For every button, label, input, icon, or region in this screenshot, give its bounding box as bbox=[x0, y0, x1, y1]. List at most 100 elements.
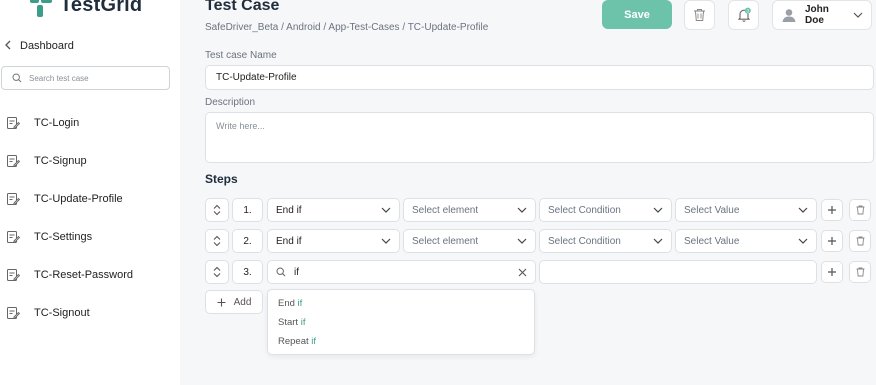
notifications-button[interactable]: 3 bbox=[728, 0, 759, 30]
chevron-down-icon bbox=[517, 238, 527, 244]
step-action-search-field[interactable]: if bbox=[267, 260, 536, 284]
test-case-name-field[interactable] bbox=[205, 65, 874, 90]
trash-icon bbox=[856, 236, 864, 246]
edit-document-icon bbox=[7, 231, 20, 243]
trash-icon bbox=[856, 267, 864, 277]
step-number: 2. bbox=[232, 229, 263, 253]
step-value-select[interactable]: Select Value bbox=[675, 198, 817, 222]
description-field[interactable] bbox=[205, 112, 874, 163]
back-label: Dashboard bbox=[20, 39, 74, 52]
suggestion-match: if bbox=[297, 298, 303, 309]
bell-icon: 3 bbox=[737, 7, 751, 22]
suggestion-prefix: End bbox=[278, 298, 298, 309]
test-case-name-label: Test case Name bbox=[205, 50, 277, 61]
notification-count: 3 bbox=[746, 8, 749, 13]
chevron-down-icon bbox=[853, 12, 863, 18]
add-step-button[interactable]: Add bbox=[205, 290, 263, 314]
suggestion-option[interactable]: Repeat if bbox=[278, 336, 316, 347]
edit-document-icon bbox=[7, 269, 20, 281]
step-element-select[interactable]: Select element bbox=[403, 229, 536, 253]
add-sub-step-button[interactable] bbox=[821, 261, 843, 283]
plus-icon bbox=[828, 237, 836, 245]
step-number: 3. bbox=[232, 260, 263, 284]
chevron-down-icon bbox=[517, 207, 527, 213]
suggestion-prefix: Repeat bbox=[278, 336, 312, 347]
user-menu[interactable]: John Doe bbox=[772, 0, 872, 30]
step-number: 1. bbox=[232, 198, 263, 222]
clear-icon[interactable] bbox=[518, 268, 527, 277]
save-button[interactable]: Save bbox=[602, 0, 672, 29]
step-element-select[interactable]: Select element bbox=[403, 198, 536, 222]
description-label: Description bbox=[205, 97, 256, 108]
sort-arrows-icon bbox=[213, 204, 221, 216]
suggestion-prefix: Start bbox=[278, 317, 301, 328]
search-query: if bbox=[294, 266, 299, 278]
select-placeholder: Select Value bbox=[684, 204, 740, 216]
step-reorder-handle[interactable] bbox=[205, 260, 229, 284]
add-sub-step-button[interactable] bbox=[821, 199, 843, 221]
brand-name: TestGrid bbox=[60, 0, 143, 16]
back-to-dashboard-link[interactable]: Dashboard bbox=[4, 38, 74, 53]
plus-icon bbox=[217, 298, 226, 306]
breadcrumb: SafeDriver_Beta / Android / App-Test-Cas… bbox=[205, 22, 489, 33]
sidebar-item-tc-signup[interactable]: TC-Signup bbox=[0, 142, 180, 180]
sidebar-item-label: TC-Signup bbox=[34, 155, 87, 167]
sidebar-item-tc-settings[interactable]: TC-Settings bbox=[0, 218, 180, 256]
sidebar-item-tc-reset-password[interactable]: TC-Reset-Password bbox=[0, 256, 180, 294]
plus-icon bbox=[828, 268, 836, 276]
sidebar-item-tc-signout[interactable]: TC-Signout bbox=[0, 294, 180, 332]
step-reorder-handle[interactable] bbox=[205, 198, 229, 222]
delete-test-case-button[interactable] bbox=[684, 0, 715, 30]
select-placeholder: Select Value bbox=[684, 235, 740, 247]
edit-document-icon bbox=[7, 307, 20, 319]
search-input[interactable] bbox=[29, 73, 159, 83]
chevron-down-icon bbox=[381, 207, 391, 213]
sidebar: TestGrid Dashboard TC-Login TC-Signup TC… bbox=[0, 0, 180, 385]
edit-document-icon bbox=[7, 193, 20, 205]
step-action-select[interactable]: End if bbox=[267, 198, 400, 222]
step-condition-select[interactable]: Select Condition bbox=[539, 229, 672, 253]
chevron-down-icon bbox=[381, 238, 391, 244]
chevron-down-icon bbox=[798, 238, 808, 244]
sidebar-item-tc-update-profile[interactable]: TC-Update-Profile bbox=[0, 180, 180, 218]
add-step-label: Add bbox=[233, 296, 252, 308]
select-placeholder: Select element bbox=[412, 235, 479, 247]
testgrid-logo-icon bbox=[30, 0, 52, 17]
edit-document-icon bbox=[7, 155, 20, 167]
step-reorder-handle[interactable] bbox=[205, 229, 229, 253]
step-action-select[interactable]: End if bbox=[267, 229, 400, 253]
plus-icon bbox=[828, 206, 836, 214]
suggestion-option[interactable]: End if bbox=[278, 298, 302, 309]
chevron-down-icon bbox=[798, 207, 808, 213]
sidebar-item-label: TC-Reset-Password bbox=[34, 269, 134, 281]
search-icon bbox=[276, 267, 286, 277]
user-name: John Doe bbox=[805, 4, 829, 26]
select-placeholder: Select Condition bbox=[548, 235, 621, 247]
sidebar-item-tc-login[interactable]: TC-Login bbox=[0, 104, 180, 142]
select-placeholder: Select element bbox=[412, 204, 479, 216]
delete-step-button[interactable] bbox=[849, 199, 871, 221]
step-empty-field[interactable] bbox=[539, 260, 817, 284]
selected-value: End if bbox=[276, 204, 302, 216]
delete-step-button[interactable] bbox=[849, 230, 871, 252]
selected-value: End if bbox=[276, 235, 302, 247]
add-sub-step-button[interactable] bbox=[821, 230, 843, 252]
delete-step-button[interactable] bbox=[849, 261, 871, 283]
sort-arrows-icon bbox=[213, 235, 221, 247]
sidebar-item-label: TC-Update-Profile bbox=[34, 193, 123, 205]
logo: TestGrid bbox=[30, 0, 142, 17]
sidebar-item-label: TC-Settings bbox=[34, 231, 93, 243]
step-value-select[interactable]: Select Value bbox=[675, 229, 817, 253]
trash-icon bbox=[856, 205, 864, 215]
suggestion-match: if bbox=[311, 336, 317, 347]
steps-heading: Steps bbox=[205, 172, 238, 186]
step-condition-select[interactable]: Select Condition bbox=[539, 198, 672, 222]
search-icon bbox=[12, 73, 22, 83]
test-case-search[interactable] bbox=[1, 66, 170, 90]
select-placeholder: Select Condition bbox=[548, 204, 621, 216]
page-title: Test Case bbox=[205, 0, 280, 14]
sidebar-item-label: TC-Signout bbox=[34, 307, 90, 319]
suggestion-option[interactable]: Start if bbox=[278, 317, 305, 328]
user-avatar-icon bbox=[782, 9, 796, 22]
test-case-list: TC-Login TC-Signup TC-Update-Profile TC-… bbox=[0, 104, 180, 332]
